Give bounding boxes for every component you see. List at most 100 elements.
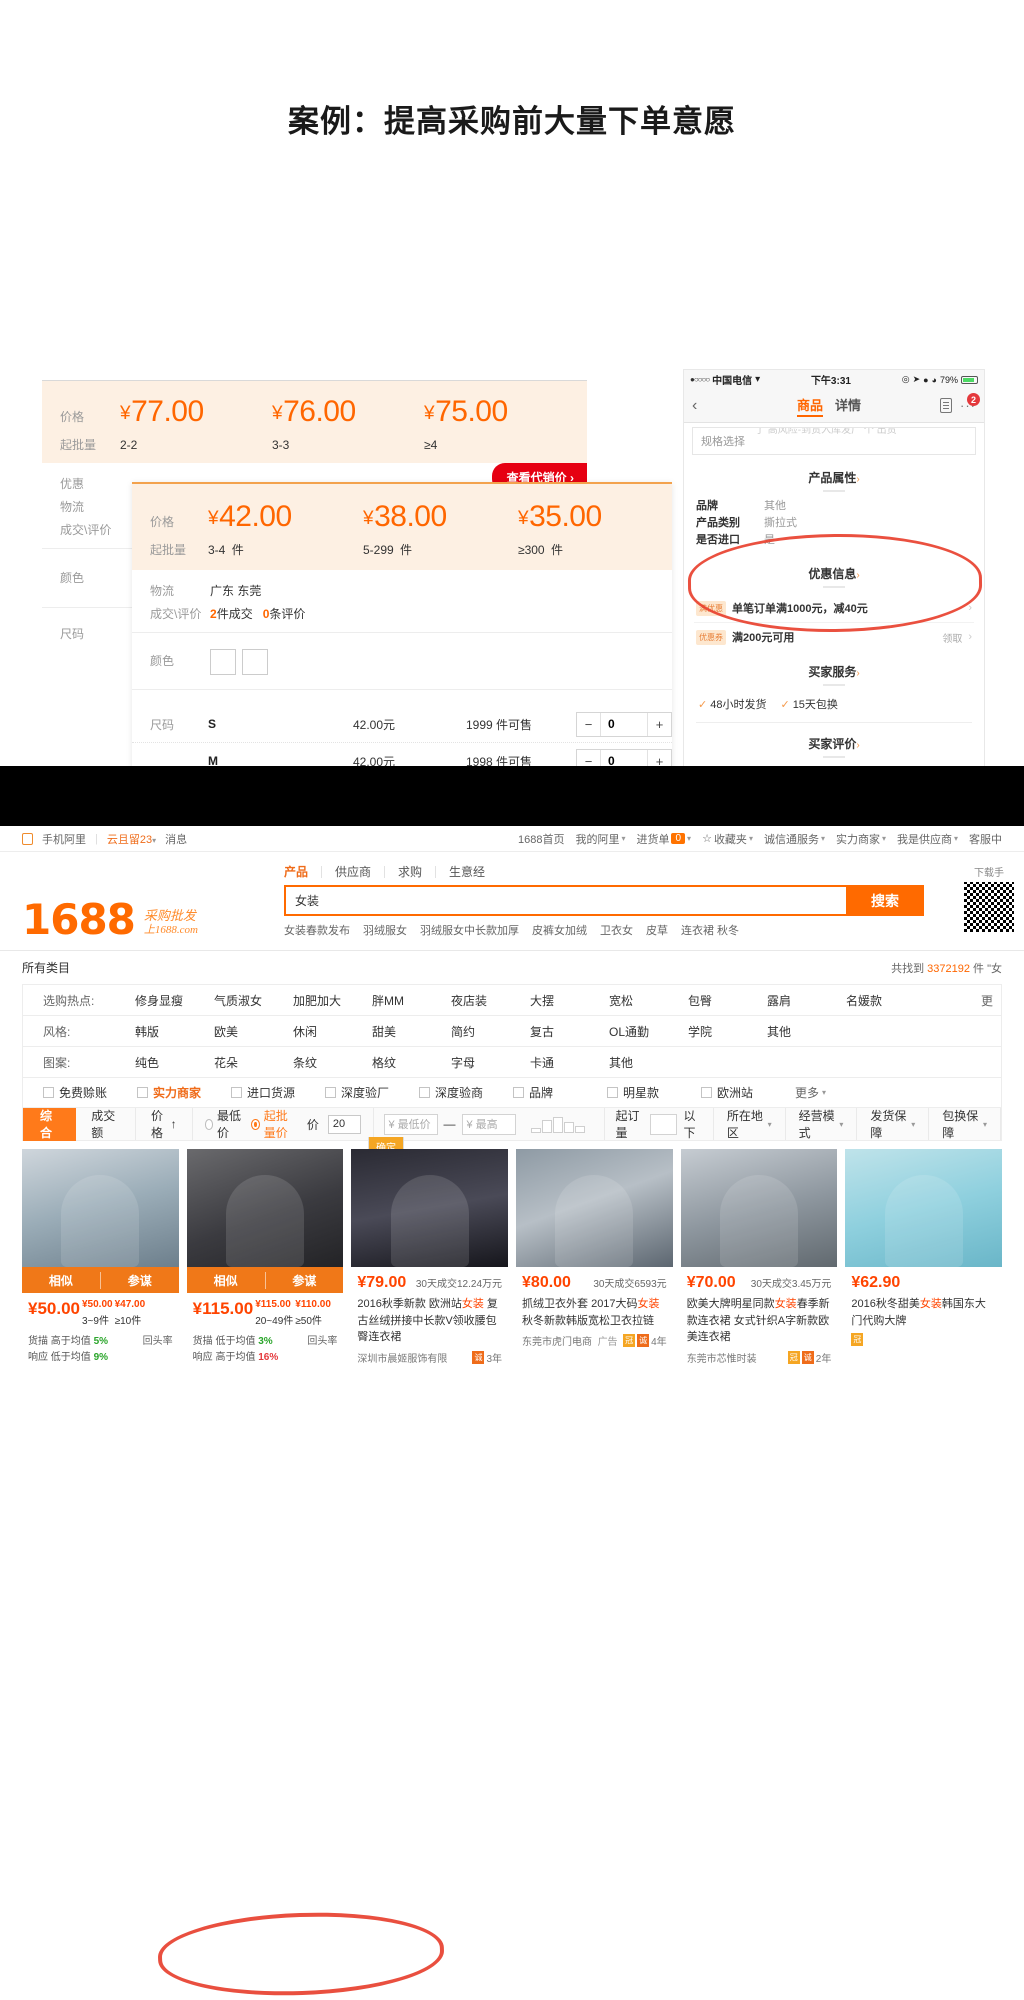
product-title[interactable]: 欧美大牌明星同款女装春季新款连衣裙 女式针织A字新款欧美连衣裙 [681, 1292, 838, 1346]
filter-item[interactable]: 气质淑女 [214, 992, 293, 1009]
nav-home[interactable]: 1688首页 [518, 831, 564, 847]
product-title[interactable]: 2016秋冬甜美女装韩国东大门代购大牌 [845, 1292, 1002, 1329]
nav-strong-merchants[interactable]: 实力商家▾ [836, 831, 886, 847]
filter-item[interactable]: 复古 [530, 1023, 609, 1040]
hot-keyword[interactable]: 卫衣女 [600, 922, 633, 938]
product-image[interactable] [845, 1149, 1002, 1267]
filter-item[interactable]: 其他 [767, 1023, 846, 1040]
product-image[interactable] [187, 1149, 344, 1267]
product-card[interactable]: ¥70.00 30天成交3.45万元 欧美大牌明星同款女装春季新款连衣裙 女式针… [681, 1149, 838, 1366]
dropdown-business-mode[interactable]: 经营模式▾ [786, 1108, 858, 1140]
price-input[interactable]: 20 [328, 1115, 361, 1134]
sort-turnover[interactable]: 成交额 [76, 1108, 136, 1140]
mobile-ali-link[interactable]: 手机阿里 [42, 831, 86, 847]
similar-button[interactable]: 相似 [22, 1272, 100, 1289]
filter-item[interactable]: 露肩 [767, 992, 846, 1009]
filter-item[interactable]: 格纹 [372, 1054, 451, 1071]
search-tab-supplier[interactable]: 供应商 [322, 866, 385, 878]
price-min-input[interactable]: ¥ 最低价 [384, 1114, 438, 1135]
filter-item[interactable]: 加肥加大 [293, 992, 372, 1009]
spec-selector[interactable]: 了 高风险-到货入库发广 个 出货 规格选择 [692, 427, 976, 455]
review-section-title[interactable]: 买家评价› [684, 735, 984, 752]
nav-trust-service[interactable]: 诚信通服务▾ [764, 831, 825, 847]
product-card[interactable]: ¥62.90 2016秋冬甜美女装韩国东大门代购大牌 冠 [845, 1149, 1002, 1366]
product-card[interactable]: 相似 参谋 ¥115.00 ¥115.0020~49件 ¥110.00≥50件 … [187, 1149, 344, 1366]
product-image[interactable] [351, 1149, 508, 1267]
filter-item[interactable]: 其他 [609, 1054, 688, 1071]
checkbox-free-credit[interactable]: 免费赊账 [43, 1084, 137, 1101]
list-item[interactable]: 满优惠 单笔订单满1000元，减40元 › [694, 594, 974, 623]
messages-link[interactable]: 消息 [165, 831, 187, 847]
checkbox-verified-merchant[interactable]: 深度验商 [419, 1084, 513, 1101]
search-tab-biz[interactable]: 生意经 [436, 866, 498, 878]
product-title[interactable]: 抓绒卫衣外套 2017大码女装秋冬新款韩版宽松卫衣拉链 [516, 1292, 673, 1329]
checkbox-strong-merchant[interactable]: 实力商家 [137, 1084, 231, 1101]
radio-batch-price[interactable]: 起批量价 [251, 1107, 298, 1141]
similar-button[interactable]: 相似 [187, 1272, 265, 1289]
filter-item[interactable]: 字母 [451, 1054, 530, 1071]
username-link[interactable]: 云且留23▾ [107, 831, 156, 847]
claim-coupon-button[interactable]: 领取 [942, 630, 962, 645]
color-swatch[interactable] [242, 649, 268, 675]
filter-item[interactable]: OL通勤 [609, 1023, 688, 1040]
checkbox-europe-station[interactable]: 欧洲站 [701, 1084, 795, 1101]
filter-item[interactable]: 名媛款 [846, 992, 925, 1009]
filter-item[interactable]: 花朵 [214, 1054, 293, 1071]
shop-name[interactable]: 深圳市晨姬服饰有限 [357, 1350, 447, 1365]
checkbox-imported[interactable]: 进口货源 [231, 1084, 325, 1101]
filter-item[interactable]: 休闲 [293, 1023, 372, 1040]
filter-item[interactable]: 欧美 [214, 1023, 293, 1040]
quantity-input[interactable]: 0 [601, 713, 647, 736]
attributes-section-title[interactable]: 产品属性› [684, 469, 984, 486]
service-section-title[interactable]: 买家服务› [684, 663, 984, 680]
filter-item[interactable]: 学院 [688, 1023, 767, 1040]
list-item[interactable]: 优惠券 满200元可用 领取 › [694, 623, 974, 651]
tab-product[interactable]: 商品 [797, 395, 823, 417]
price-max-input[interactable]: ¥ 最高 [462, 1114, 516, 1135]
sort-price[interactable]: 价格↑ [136, 1108, 193, 1140]
nav-my-ali[interactable]: 我的阿里▾ [575, 831, 625, 847]
site-logo[interactable]: 1688 采购批发 上1688.com [22, 866, 284, 938]
checkbox-verified-factory[interactable]: 深度验厂 [325, 1084, 419, 1101]
product-image[interactable] [516, 1149, 673, 1267]
filter-more-link[interactable]: 更 [981, 992, 1001, 1009]
filter-item[interactable]: 卡通 [530, 1054, 609, 1071]
nav-favorites[interactable]: ☆收藏夹▾ [702, 831, 753, 847]
product-image[interactable] [681, 1149, 838, 1267]
filter-item[interactable]: 韩版 [135, 1023, 214, 1040]
dropdown-exchange-guarantee[interactable]: 包换保障▾ [929, 1108, 1001, 1140]
sort-comprehensive[interactable]: 综合 [23, 1108, 76, 1141]
moq-input[interactable] [650, 1114, 676, 1135]
nav-order-list[interactable]: 进货单0▾ [636, 831, 691, 847]
product-title[interactable]: 2016秋季新款 欧洲站女装 复古丝绒拼接中长款V领收腰包臀连衣裙 [351, 1292, 508, 1346]
dropdown-region[interactable]: 所在地区▾ [714, 1108, 786, 1140]
filter-item[interactable]: 夜店装 [451, 992, 530, 1009]
order-list-icon[interactable] [940, 398, 952, 413]
hot-keyword[interactable]: 皮裤女加绒 [532, 922, 587, 938]
advisor-button[interactable]: 参谋 [100, 1272, 179, 1289]
filter-item[interactable]: 纯色 [135, 1054, 214, 1071]
filter-item[interactable]: 包臀 [688, 992, 767, 1009]
shop-name[interactable]: 东莞市芯惟时装 [687, 1350, 757, 1365]
product-card[interactable]: ¥80.00 30天成交6593元 抓绒卫衣外套 2017大码女装秋冬新款韩版宽… [516, 1149, 673, 1366]
back-icon[interactable]: ‹ [692, 397, 718, 415]
decrement-button[interactable]: − [577, 713, 601, 736]
search-button[interactable]: 搜索 [846, 885, 924, 916]
filter-item[interactable]: 甜美 [372, 1023, 451, 1040]
hot-keyword[interactable]: 羽绒服女中长款加厚 [420, 922, 519, 938]
filter-item[interactable]: 简约 [451, 1023, 530, 1040]
filter-item[interactable]: 条纹 [293, 1054, 372, 1071]
color-swatch[interactable] [210, 649, 236, 675]
search-tab-buying[interactable]: 求购 [385, 866, 436, 878]
checkbox-star-style[interactable]: 明星款 [607, 1084, 701, 1101]
hot-keyword[interactable]: 女装春款发布 [284, 922, 350, 938]
radio-lowest-price[interactable]: 最低价 [205, 1107, 243, 1141]
product-card[interactable]: 相似 参谋 ¥50.00 ¥50.003~9件 ¥47.00≥10件 货描 高于… [22, 1149, 179, 1366]
quantity-stepper[interactable]: − 0 + [576, 712, 672, 737]
hot-keyword[interactable]: 羽绒服女 [363, 922, 407, 938]
advisor-button[interactable]: 参谋 [265, 1272, 344, 1289]
filter-item[interactable]: 大摆 [530, 992, 609, 1009]
checkbox-more[interactable]: 更多▾ [795, 1084, 826, 1101]
tab-detail[interactable]: 详情 [835, 395, 861, 417]
dropdown-shipping-guarantee[interactable]: 发货保障▾ [857, 1108, 929, 1140]
